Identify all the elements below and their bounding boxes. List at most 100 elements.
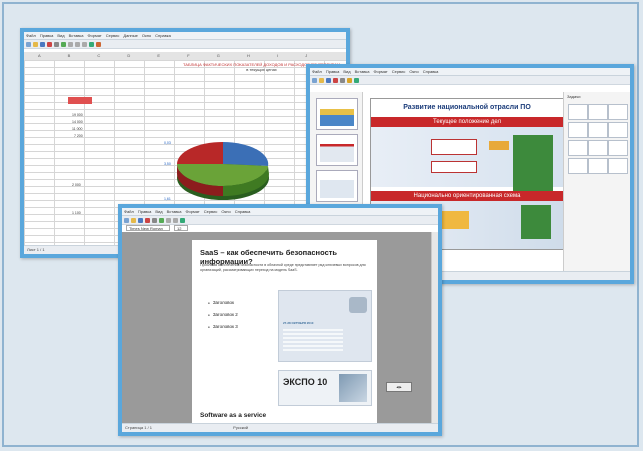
highlighted-cell[interactable] bbox=[68, 97, 92, 104]
slide-title[interactable]: Развитие национальной отрасли ПО bbox=[371, 99, 563, 117]
writer-menubar[interactable]: Файл Правка Вид Вставка Формат Сервис Окно Спра… bbox=[122, 208, 438, 216]
menu-data[interactable]: Данные bbox=[123, 33, 137, 38]
menu-format[interactable]: Формат bbox=[185, 209, 199, 214]
redo-icon[interactable] bbox=[173, 217, 178, 223]
font-name-field[interactable]: Times New Roman bbox=[126, 225, 170, 231]
layout-option[interactable] bbox=[608, 140, 628, 156]
new-icon[interactable] bbox=[124, 217, 129, 223]
menu-edit[interactable]: Правка bbox=[326, 69, 340, 74]
spreadsheet-toolbar[interactable] bbox=[24, 40, 346, 49]
table-icon[interactable] bbox=[180, 217, 185, 223]
menu-help[interactable]: Справка bbox=[235, 209, 251, 214]
navigator-widget[interactable]: ◀ ▶ bbox=[386, 382, 412, 392]
menu-window[interactable]: Окно bbox=[221, 209, 230, 214]
spreadsheet-menubar[interactable]: Файл Правка Вид Вставка Формат Сервис Данные Ок… bbox=[24, 32, 346, 40]
menu-file[interactable]: Файл bbox=[312, 69, 322, 74]
col-e-label[interactable]: E bbox=[157, 53, 160, 58]
col-j-label[interactable]: J bbox=[305, 53, 307, 58]
shapes-icon[interactable] bbox=[354, 77, 359, 83]
vertical-scrollbar[interactable] bbox=[431, 232, 438, 424]
menu-edit[interactable]: Правка bbox=[40, 33, 54, 38]
writer-window[interactable]: Файл Правка Вид Вставка Формат Сервис Окно Спра… bbox=[118, 204, 442, 436]
col-i-label[interactable]: I bbox=[277, 53, 278, 58]
open-icon[interactable] bbox=[319, 77, 324, 83]
pdf-icon[interactable] bbox=[47, 41, 52, 47]
pdf-icon[interactable] bbox=[145, 217, 150, 223]
doc-intro[interactable]: Проблема обеспечения безопасности в обла… bbox=[200, 263, 372, 273]
layout-option[interactable] bbox=[588, 158, 608, 174]
menu-insert[interactable]: Вставка bbox=[167, 209, 182, 214]
col-a-label[interactable]: A bbox=[38, 53, 40, 58]
new-icon[interactable] bbox=[26, 41, 31, 47]
diagram-box[interactable] bbox=[431, 161, 477, 173]
col-f-label[interactable]: F bbox=[187, 53, 189, 58]
undo-icon[interactable] bbox=[166, 217, 171, 223]
save-icon[interactable] bbox=[326, 77, 331, 83]
paste-icon[interactable] bbox=[82, 41, 87, 47]
layout-option[interactable] bbox=[608, 104, 628, 120]
slide-thumbnail[interactable] bbox=[316, 134, 358, 166]
bullet-item[interactable]: Заголовок 2 bbox=[208, 312, 238, 317]
menu-view[interactable]: Вид bbox=[57, 33, 64, 38]
open-icon[interactable] bbox=[33, 41, 38, 47]
save-icon[interactable] bbox=[138, 217, 143, 223]
document-page[interactable]: SaaS – как обеспечить безопасность инфор… bbox=[192, 240, 377, 426]
layout-option[interactable] bbox=[608, 122, 628, 138]
menu-file[interactable]: Файл bbox=[26, 33, 36, 38]
cut-icon[interactable] bbox=[68, 41, 73, 47]
menu-tools[interactable]: Сервис bbox=[392, 69, 406, 74]
bullet-item[interactable]: Заголовок bbox=[208, 300, 234, 305]
slide-thumbnail[interactable] bbox=[316, 98, 358, 130]
open-icon[interactable] bbox=[131, 217, 136, 223]
col-h-label[interactable]: H bbox=[247, 53, 250, 58]
col-g-label[interactable]: G bbox=[217, 53, 220, 58]
menu-format[interactable]: Формат bbox=[87, 33, 101, 38]
spellcheck-icon[interactable] bbox=[61, 41, 66, 47]
layout-option[interactable] bbox=[588, 122, 608, 138]
menu-window[interactable]: Окно bbox=[409, 69, 418, 74]
new-icon[interactable] bbox=[312, 77, 317, 83]
col-d-label[interactable]: D bbox=[127, 53, 130, 58]
print-icon[interactable] bbox=[152, 217, 157, 223]
layout-option[interactable] bbox=[568, 122, 588, 138]
save-icon[interactable] bbox=[40, 41, 45, 47]
menu-insert[interactable]: Вставка bbox=[69, 33, 84, 38]
menu-insert[interactable]: Вставка bbox=[355, 69, 370, 74]
col-c-label[interactable]: C bbox=[97, 53, 100, 58]
layout-option[interactable] bbox=[608, 158, 628, 174]
copy-icon[interactable] bbox=[75, 41, 80, 47]
slide-band-national[interactable]: Национально ориентированная схема bbox=[371, 191, 563, 201]
menu-tools[interactable]: Сервис bbox=[106, 33, 120, 38]
font-size-field[interactable]: 12 bbox=[174, 225, 188, 231]
sort-icon[interactable] bbox=[89, 41, 94, 47]
doc-subheading[interactable]: Software as a service bbox=[200, 412, 266, 419]
layout-option[interactable] bbox=[568, 140, 588, 156]
menu-help[interactable]: Справка bbox=[155, 33, 171, 38]
menu-view[interactable]: Вид bbox=[343, 69, 350, 74]
tasks-pane[interactable]: Задачи bbox=[563, 92, 630, 272]
presentation-toolbar[interactable] bbox=[310, 76, 630, 85]
print-icon[interactable] bbox=[54, 41, 59, 47]
slide-thumbnail[interactable] bbox=[316, 170, 358, 202]
col-b-label[interactable]: B bbox=[68, 53, 71, 58]
slide-band-current[interactable]: Текущее положение дел bbox=[371, 117, 563, 127]
menu-help[interactable]: Справка bbox=[423, 69, 439, 74]
pdf-icon[interactable] bbox=[333, 77, 338, 83]
layout-option[interactable] bbox=[588, 104, 608, 120]
spellcheck-icon[interactable] bbox=[159, 217, 164, 223]
menu-edit[interactable]: Правка bbox=[138, 209, 152, 214]
presentation-menubar[interactable]: Файл Правка Вид Вставка Формат Сервис Окно Спра… bbox=[310, 68, 630, 76]
menu-format[interactable]: Формат bbox=[373, 69, 387, 74]
slideshow-icon[interactable] bbox=[347, 77, 352, 83]
menu-window[interactable]: Окно bbox=[142, 33, 151, 38]
layout-option[interactable] bbox=[568, 104, 588, 120]
print-icon[interactable] bbox=[340, 77, 345, 83]
writer-toolbar[interactable] bbox=[122, 216, 438, 225]
document-canvas[interactable]: SaaS – как обеспечить безопасность инфор… bbox=[122, 232, 438, 426]
diagram-box[interactable] bbox=[431, 139, 477, 155]
layout-option[interactable] bbox=[568, 158, 588, 174]
pie-chart[interactable] bbox=[168, 130, 278, 210]
bullet-item[interactable]: Заголовок 3 bbox=[208, 324, 238, 329]
chart-icon[interactable] bbox=[96, 41, 101, 47]
menu-view[interactable]: Вид bbox=[155, 209, 162, 214]
